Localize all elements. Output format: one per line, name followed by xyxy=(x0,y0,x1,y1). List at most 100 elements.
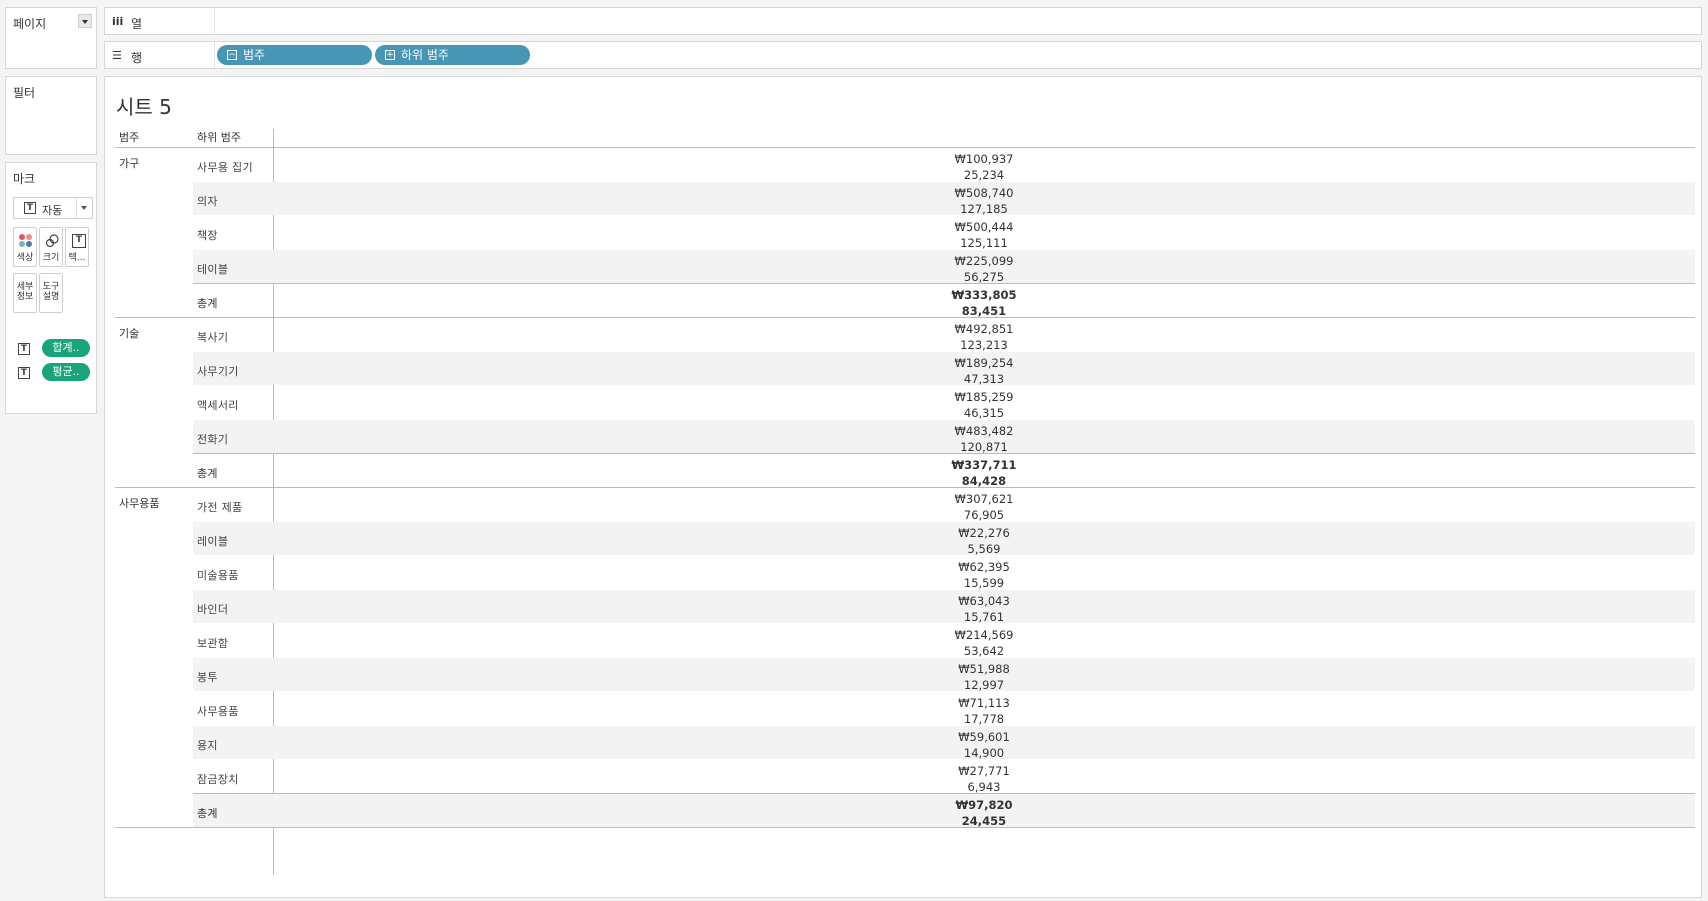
avg-value: 15,599 xyxy=(963,576,1005,590)
measure-values[interactable]: ₩508,740 127,185 xyxy=(273,185,1695,217)
sum-value: ₩189,254 xyxy=(954,356,1014,370)
measure-values[interactable]: ₩333,805 83,451 xyxy=(273,287,1695,319)
avg-value: 123,213 xyxy=(960,338,1008,352)
rows-shelf[interactable]: ☰ 행 − 범주 + 하위 범주 xyxy=(104,41,1702,69)
subcategory-label[interactable]: 책장 xyxy=(197,227,218,243)
measure-values[interactable]: ₩59,601 14,900 xyxy=(273,729,1695,761)
sum-value: ₩225,099 xyxy=(954,254,1014,268)
avg-value: 15,761 xyxy=(963,610,1005,624)
header-subcategory[interactable]: 하위 범주 xyxy=(197,129,241,147)
subcategory-label[interactable]: 봉투 xyxy=(197,669,218,685)
subcategory-label[interactable]: 전화기 xyxy=(197,431,228,447)
measure-values[interactable]: ₩500,444 125,111 xyxy=(273,219,1695,251)
collapse-icon[interactable]: − xyxy=(227,50,237,60)
subcategory-label[interactable]: 사무기기 xyxy=(197,363,239,379)
measure-values[interactable]: ₩97,820 24,455 xyxy=(273,797,1695,829)
subcategory-label[interactable]: 가전 제품 xyxy=(197,499,242,515)
header-category[interactable]: 범주 xyxy=(119,129,139,147)
avg-value: 25,234 xyxy=(963,168,1005,182)
measure-values[interactable]: ₩185,259 46,315 xyxy=(273,389,1695,421)
pages-dropdown-icon[interactable] xyxy=(78,14,92,28)
table-row: 가전 제품 ₩307,621 76,905 xyxy=(193,488,1695,523)
avg-value: 53,642 xyxy=(963,644,1005,658)
avg-value: 76,905 xyxy=(963,508,1005,522)
table-row: 용지 ₩59,601 14,900 xyxy=(193,726,1695,761)
text-encoding-icon[interactable]: T xyxy=(18,367,30,379)
avg-value: 46,315 xyxy=(963,406,1005,420)
table-row: 사무용 집기 ₩100,937 25,234 xyxy=(193,148,1695,183)
color-button-label: 색상 xyxy=(16,253,34,263)
measure-values[interactable]: ₩63,043 15,761 xyxy=(273,593,1695,625)
measure-values[interactable]: ₩483,482 120,871 xyxy=(273,423,1695,455)
measure-values[interactable]: ₩225,099 56,275 xyxy=(273,253,1695,285)
measure-values[interactable]: ₩27,771 6,943 xyxy=(273,763,1695,795)
subcategory-label[interactable]: 레이블 xyxy=(197,533,228,549)
sum-value: ₩185,259 xyxy=(954,390,1014,404)
columns-icon: iii xyxy=(112,15,124,28)
mark-type-dropdown[interactable]: T 자동 xyxy=(13,197,93,219)
sum-value: ₩27,771 xyxy=(958,764,1010,778)
columns-shelf[interactable]: iii 열 xyxy=(104,7,1702,35)
category-label[interactable]: 가구 xyxy=(119,155,139,171)
measure-values[interactable]: ₩22,276 5,569 xyxy=(273,525,1695,557)
measure-values[interactable]: ₩62,395 15,599 xyxy=(273,559,1695,591)
measure-values[interactable]: ₩307,621 76,905 xyxy=(273,491,1695,523)
tooltip-button[interactable]: 도구 설명 xyxy=(39,273,63,313)
measure-values[interactable]: ₩100,937 25,234 xyxy=(273,151,1695,183)
rows-label: 행 xyxy=(131,51,143,65)
subcategory-label[interactable]: 미술용품 xyxy=(197,567,239,583)
chevron-down-icon[interactable] xyxy=(76,198,92,218)
category-label[interactable]: 사무용품 xyxy=(119,495,159,511)
text-button-label: 텍... xyxy=(68,253,86,263)
tooltip-button-label: 도구 설명 xyxy=(42,282,60,302)
subcategory-label[interactable]: 용지 xyxy=(197,737,218,753)
columns-label: 열 xyxy=(131,17,143,31)
sum-measure-pill[interactable]: 합계.. xyxy=(42,339,90,357)
filters-card[interactable]: 필터 xyxy=(5,76,97,155)
size-button[interactable]: 크기 xyxy=(39,227,63,267)
color-button[interactable]: 색상 xyxy=(13,227,37,267)
subcategory-label[interactable]: 복사기 xyxy=(197,329,228,345)
measure-values[interactable]: ₩71,113 17,778 xyxy=(273,695,1695,727)
subcategory-label[interactable]: 잠금장치 xyxy=(197,771,239,787)
category-row-pill[interactable]: − 범주 xyxy=(217,45,372,65)
total-label[interactable]: 총계 xyxy=(197,805,218,821)
table-row: 전화기 ₩483,482 120,871 xyxy=(193,420,1695,455)
total-row: 총계 ₩337,711 84,428 xyxy=(193,454,1695,489)
sum-value: ₩307,621 xyxy=(954,492,1014,506)
total-label[interactable]: 총계 xyxy=(197,465,218,481)
avg-value: 5,569 xyxy=(967,542,1001,556)
avg-value: 47,313 xyxy=(963,372,1005,386)
detail-button[interactable]: 세부 정보 xyxy=(13,273,37,313)
marks-field-row: T 평균.. xyxy=(18,363,90,381)
measure-values[interactable]: ₩189,254 47,313 xyxy=(273,355,1695,387)
sum-value: ₩483,482 xyxy=(954,424,1014,438)
subcategory-label[interactable]: 액세서리 xyxy=(197,397,239,413)
sum-value: ₩100,937 xyxy=(954,152,1014,166)
category-label[interactable]: 기술 xyxy=(119,325,139,341)
subcategory-label[interactable]: 사무용품 xyxy=(197,703,239,719)
table-row: 사무기기 ₩189,254 47,313 xyxy=(193,352,1695,387)
measure-values[interactable]: ₩492,851 123,213 xyxy=(273,321,1695,353)
subcategory-label[interactable]: 바인더 xyxy=(197,601,228,617)
total-label[interactable]: 총계 xyxy=(197,295,218,311)
avg-measure-pill[interactable]: 평균.. xyxy=(42,363,90,381)
sheet-title[interactable]: 시트 5 xyxy=(116,91,172,120)
text-encoding-icon[interactable]: T xyxy=(18,343,30,355)
subcategory-label[interactable]: 보관함 xyxy=(197,635,228,651)
subcategory-label[interactable]: 테이블 xyxy=(197,261,228,277)
text-button[interactable]: T 텍... xyxy=(65,227,89,267)
size-button-label: 크기 xyxy=(42,253,60,263)
measure-values[interactable]: ₩337,711 84,428 xyxy=(273,457,1695,489)
subcategory-row-pill[interactable]: + 하위 범주 xyxy=(375,45,530,65)
marks-title: 마크 xyxy=(13,172,36,186)
sum-value: ₩62,395 xyxy=(958,560,1010,574)
subcategory-label[interactable]: 사무용 집기 xyxy=(197,159,253,175)
rows-icon: ☰ xyxy=(112,49,122,62)
table-row: 의자 ₩508,740 127,185 xyxy=(193,182,1695,217)
subcategory-label[interactable]: 의자 xyxy=(197,193,218,209)
measure-values[interactable]: ₩214,569 53,642 xyxy=(273,627,1695,659)
worksheet-view: 시트 5 범주 하위 범주 가구 사무용 집기 ₩100,937 25,234 의자 ₩5… xyxy=(104,76,1702,898)
expand-icon[interactable]: + xyxy=(385,50,395,60)
measure-values[interactable]: ₩51,988 12,997 xyxy=(273,661,1695,693)
